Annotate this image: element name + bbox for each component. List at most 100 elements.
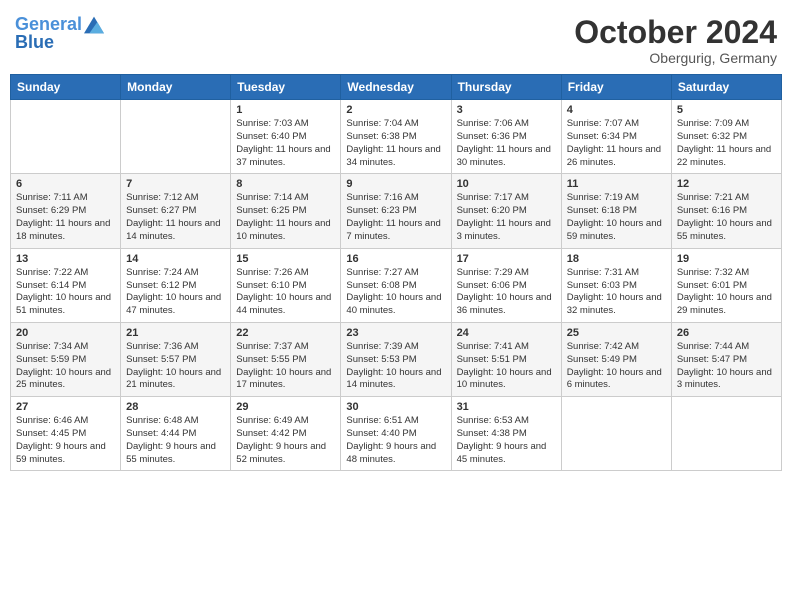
day-number: 5 <box>677 104 776 116</box>
calendar-cell: 15 Sunrise: 7:26 AM Sunset: 6:10 PM Dayli… <box>231 248 341 322</box>
day-info: Sunrise: 7:24 AM Sunset: 6:12 PM Dayligh… <box>126 267 225 318</box>
calendar-cell: 12 Sunrise: 7:21 AM Sunset: 6:16 PM Dayli… <box>671 174 781 248</box>
day-info: Sunrise: 6:46 AM Sunset: 4:45 PM Dayligh… <box>16 415 115 466</box>
calendar-cell: 1 Sunrise: 7:03 AM Sunset: 6:40 PM Daylig… <box>231 100 341 174</box>
logo-blue: Blue <box>15 33 54 53</box>
day-number: 8 <box>236 178 335 190</box>
day-number: 13 <box>16 253 115 265</box>
day-number: 15 <box>236 253 335 265</box>
calendar-cell: 2Sunrise: 7:04 AM Sunset: 6:38 PM Daylig… <box>341 100 451 174</box>
day-info: Sunrise: 7:44 AM Sunset: 5:47 PM Dayligh… <box>677 341 776 392</box>
day-info: Sunrise: 7:16 AM Sunset: 6:23 PM Dayligh… <box>346 192 445 243</box>
day-info: Sunrise: 7:26 AM Sunset: 6:10 PM Dayligh… <box>236 267 335 318</box>
calendar-week-row: 6 Sunrise: 7:11 AM Sunset: 6:29 PM Daylig… <box>11 174 782 248</box>
calendar-cell: 6 Sunrise: 7:11 AM Sunset: 6:29 PM Daylig… <box>11 174 121 248</box>
day-number: 23 <box>346 327 445 339</box>
calendar-week-row: 27 Sunrise: 6:46 AM Sunset: 4:45 PM Dayli… <box>11 397 782 471</box>
day-info: Sunrise: 7:22 AM Sunset: 6:14 PM Dayligh… <box>16 267 115 318</box>
day-number: 14 <box>126 253 225 265</box>
day-info: Sunrise: 7:34 AM Sunset: 5:59 PM Dayligh… <box>16 341 115 392</box>
calendar-cell: 31 Sunrise: 6:53 AM Sunset: 4:38 PM Dayli… <box>451 397 561 471</box>
day-info: Sunrise: 7:07 AM Sunset: 6:34 PM Dayligh… <box>567 118 666 169</box>
day-info: Sunrise: 7:03 AM Sunset: 6:40 PM Dayligh… <box>236 118 335 169</box>
weekday-header-tuesday: Tuesday <box>231 75 341 100</box>
month-title: October 2024 <box>574 15 777 50</box>
calendar-cell: 24Sunrise: 7:41 AM Sunset: 5:51 PM Dayli… <box>451 322 561 396</box>
logo: General Blue <box>15 15 104 53</box>
day-info: Sunrise: 7:42 AM Sunset: 5:49 PM Dayligh… <box>567 341 666 392</box>
title-block: October 2024 Obergurig, Germany <box>574 15 777 66</box>
day-info: Sunrise: 7:06 AM Sunset: 6:36 PM Dayligh… <box>457 118 556 169</box>
weekday-header-monday: Monday <box>121 75 231 100</box>
day-number: 28 <box>126 401 225 413</box>
day-number: 6 <box>16 178 115 190</box>
calendar-cell: 20 Sunrise: 7:34 AM Sunset: 5:59 PM Dayli… <box>11 322 121 396</box>
day-number: 19 <box>677 253 776 265</box>
day-number: 21 <box>126 327 225 339</box>
calendar-cell: 29 Sunrise: 6:49 AM Sunset: 4:42 PM Dayli… <box>231 397 341 471</box>
day-info: Sunrise: 7:39 AM Sunset: 5:53 PM Dayligh… <box>346 341 445 392</box>
day-info: Sunrise: 7:17 AM Sunset: 6:20 PM Dayligh… <box>457 192 556 243</box>
day-number: 3 <box>457 104 556 116</box>
day-info: Sunrise: 6:49 AM Sunset: 4:42 PM Dayligh… <box>236 415 335 466</box>
day-number: 1 <box>236 104 335 116</box>
day-info: Sunrise: 7:29 AM Sunset: 6:06 PM Dayligh… <box>457 267 556 318</box>
calendar-cell: 23 Sunrise: 7:39 AM Sunset: 5:53 PM Dayli… <box>341 322 451 396</box>
day-number: 26 <box>677 327 776 339</box>
day-number: 20 <box>16 327 115 339</box>
calendar-cell: 16Sunrise: 7:27 AM Sunset: 6:08 PM Dayli… <box>341 248 451 322</box>
calendar-cell: 4 Sunrise: 7:07 AM Sunset: 6:34 PM Daylig… <box>561 100 671 174</box>
calendar-cell: 5Sunrise: 7:09 AM Sunset: 6:32 PM Daylig… <box>671 100 781 174</box>
day-number: 18 <box>567 253 666 265</box>
day-number: 7 <box>126 178 225 190</box>
calendar-cell <box>561 397 671 471</box>
calendar-cell: 19Sunrise: 7:32 AM Sunset: 6:01 PM Dayli… <box>671 248 781 322</box>
calendar-week-row: 13 Sunrise: 7:22 AM Sunset: 6:14 PM Dayli… <box>11 248 782 322</box>
calendar-cell: 11 Sunrise: 7:19 AM Sunset: 6:18 PM Dayli… <box>561 174 671 248</box>
calendar-table: SundayMondayTuesdayWednesdayThursdayFrid… <box>10 74 782 471</box>
location-subtitle: Obergurig, Germany <box>574 50 777 66</box>
day-info: Sunrise: 6:53 AM Sunset: 4:38 PM Dayligh… <box>457 415 556 466</box>
calendar-cell <box>671 397 781 471</box>
day-info: Sunrise: 7:11 AM Sunset: 6:29 PM Dayligh… <box>16 192 115 243</box>
day-number: 10 <box>457 178 556 190</box>
calendar-cell: 22Sunrise: 7:37 AM Sunset: 5:55 PM Dayli… <box>231 322 341 396</box>
calendar-cell: 10 Sunrise: 7:17 AM Sunset: 6:20 PM Dayli… <box>451 174 561 248</box>
calendar-cell: 9 Sunrise: 7:16 AM Sunset: 6:23 PM Daylig… <box>341 174 451 248</box>
day-number: 12 <box>677 178 776 190</box>
calendar-cell: 13 Sunrise: 7:22 AM Sunset: 6:14 PM Dayli… <box>11 248 121 322</box>
day-info: Sunrise: 7:21 AM Sunset: 6:16 PM Dayligh… <box>677 192 776 243</box>
weekday-header-friday: Friday <box>561 75 671 100</box>
weekday-header-saturday: Saturday <box>671 75 781 100</box>
day-number: 30 <box>346 401 445 413</box>
day-number: 11 <box>567 178 666 190</box>
day-info: Sunrise: 7:14 AM Sunset: 6:25 PM Dayligh… <box>236 192 335 243</box>
day-info: Sunrise: 6:48 AM Sunset: 4:44 PM Dayligh… <box>126 415 225 466</box>
day-number: 24 <box>457 327 556 339</box>
day-number: 29 <box>236 401 335 413</box>
day-number: 27 <box>16 401 115 413</box>
page-header: General Blue October 2024 Obergurig, Ger… <box>10 10 782 66</box>
logo-icon <box>84 15 104 35</box>
day-number: 22 <box>236 327 335 339</box>
calendar-week-row: 20 Sunrise: 7:34 AM Sunset: 5:59 PM Dayli… <box>11 322 782 396</box>
weekday-header-row: SundayMondayTuesdayWednesdayThursdayFrid… <box>11 75 782 100</box>
calendar-cell: 25Sunrise: 7:42 AM Sunset: 5:49 PM Dayli… <box>561 322 671 396</box>
day-number: 4 <box>567 104 666 116</box>
calendar-cell <box>121 100 231 174</box>
day-number: 2 <box>346 104 445 116</box>
day-info: Sunrise: 7:19 AM Sunset: 6:18 PM Dayligh… <box>567 192 666 243</box>
calendar-cell: 8 Sunrise: 7:14 AM Sunset: 6:25 PM Daylig… <box>231 174 341 248</box>
day-info: Sunrise: 7:31 AM Sunset: 6:03 PM Dayligh… <box>567 267 666 318</box>
calendar-cell: 14 Sunrise: 7:24 AM Sunset: 6:12 PM Dayli… <box>121 248 231 322</box>
weekday-header-thursday: Thursday <box>451 75 561 100</box>
calendar-cell: 30Sunrise: 6:51 AM Sunset: 4:40 PM Dayli… <box>341 397 451 471</box>
calendar-cell: 17 Sunrise: 7:29 AM Sunset: 6:06 PM Dayli… <box>451 248 561 322</box>
calendar-cell <box>11 100 121 174</box>
day-number: 31 <box>457 401 556 413</box>
calendar-cell: 18 Sunrise: 7:31 AM Sunset: 6:03 PM Dayli… <box>561 248 671 322</box>
day-number: 17 <box>457 253 556 265</box>
calendar-cell: 28 Sunrise: 6:48 AM Sunset: 4:44 PM Dayli… <box>121 397 231 471</box>
calendar-cell: 7Sunrise: 7:12 AM Sunset: 6:27 PM Daylig… <box>121 174 231 248</box>
day-number: 9 <box>346 178 445 190</box>
